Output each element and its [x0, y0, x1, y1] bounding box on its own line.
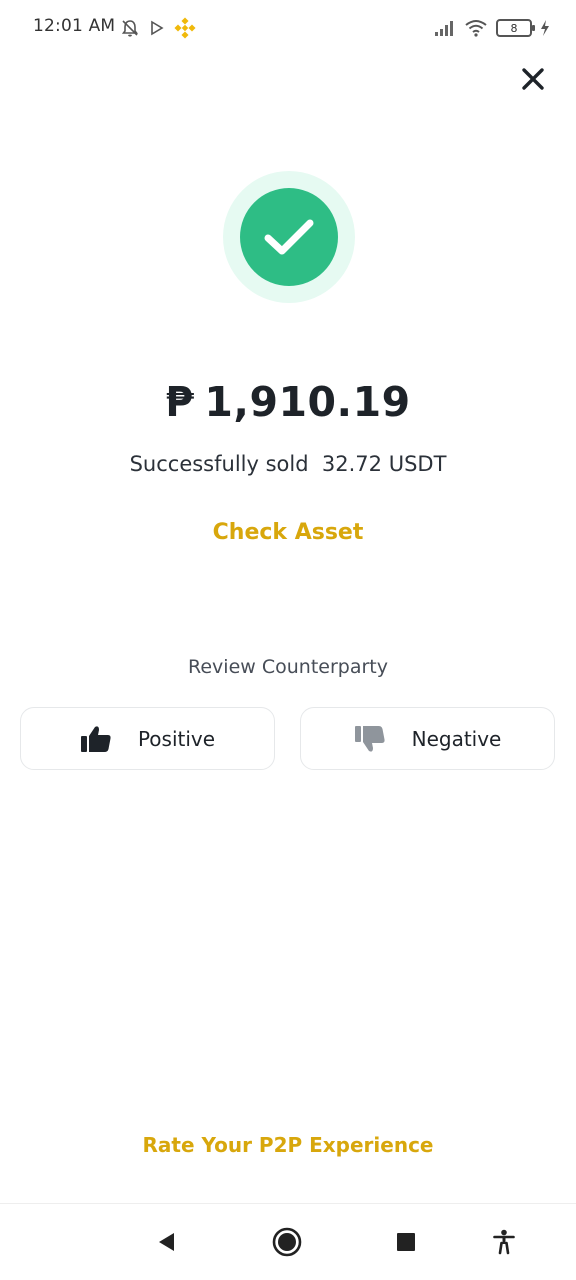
status-bar: 12:01 AM 8 [0, 0, 576, 56]
sold-amount: ₱ 1,910.19 [0, 378, 576, 426]
charging-icon [541, 20, 549, 36]
sold-message: Successfully sold 32.72 USDT [129, 452, 447, 476]
back-icon [159, 1233, 174, 1251]
check-asset-container: Check Asset [0, 520, 576, 545]
recents-icon [397, 1233, 415, 1251]
signal-icon [435, 21, 453, 36]
battery-icon: 8 [496, 19, 535, 37]
battery-level: 8 [510, 21, 518, 35]
wifi-icon [465, 20, 487, 37]
rate-p2p-experience-link[interactable]: Rate Your P2P Experience [142, 1133, 433, 1157]
status-right-icons: 8 [434, 15, 550, 41]
status-left-icons [120, 15, 196, 41]
positive-review-button[interactable]: Positive [20, 707, 275, 770]
negative-review-button[interactable]: Negative [300, 707, 555, 770]
negative-label: Negative [411, 726, 502, 751]
status-time: 12:01 AM [33, 16, 116, 36]
thumbs-up-icon [80, 725, 111, 752]
nav-back-button[interactable] [148, 1224, 184, 1260]
close-button[interactable] [516, 62, 550, 96]
review-title: Review Counterparty [188, 656, 388, 678]
rate-link-container: Rate Your P2P Experience [0, 1133, 576, 1157]
navigation-bar [0, 1204, 576, 1280]
amount-value: 1,910.19 [204, 378, 411, 426]
binance-logo-icon [174, 17, 196, 39]
close-icon [522, 68, 544, 90]
check-asset-link[interactable]: Check Asset [213, 520, 364, 545]
thumbs-down-icon [354, 725, 385, 752]
positive-label: Positive [137, 726, 216, 751]
play-icon [151, 20, 164, 36]
accessibility-icon [493, 1229, 515, 1255]
currency-symbol: ₱ [165, 378, 195, 426]
nav-recents-button[interactable] [388, 1224, 424, 1260]
notifications-off-icon [121, 20, 139, 37]
checkmark-icon [264, 219, 314, 255]
success-badge [240, 188, 338, 286]
nav-accessibility-button[interactable] [486, 1224, 522, 1260]
home-icon [272, 1227, 302, 1257]
nav-home-button[interactable] [269, 1224, 305, 1260]
